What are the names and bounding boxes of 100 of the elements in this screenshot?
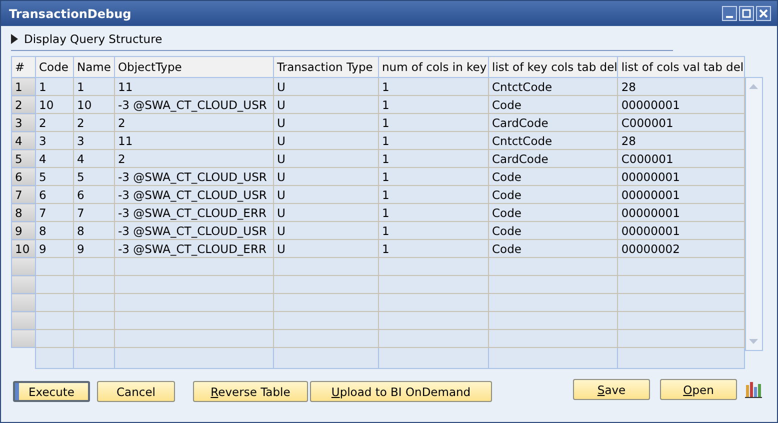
table-cell: 1 xyxy=(378,240,488,258)
table-cell: -3 @SWA_CT_CLOUD_USR xyxy=(114,222,274,240)
table-cell: -3 @SWA_CT_CLOUD_USR xyxy=(114,96,274,114)
column-header[interactable]: ObjectType xyxy=(114,56,274,78)
table-cell: 1 xyxy=(378,150,488,168)
table-cell: 1 xyxy=(74,78,114,96)
table-cell: CntctCode xyxy=(488,78,618,96)
table-cell: 1 xyxy=(378,78,488,96)
table-cell: 7 xyxy=(74,204,114,222)
table-cell: 4 xyxy=(74,150,114,168)
table-cell: Code xyxy=(488,186,618,204)
row-number[interactable]: 7 xyxy=(12,186,36,204)
table-cell: 9 xyxy=(36,240,74,258)
table-cell: -3 @SWA_CT_CLOUD_ERR xyxy=(114,240,274,258)
column-header[interactable]: Name xyxy=(74,56,114,78)
cancel-button[interactable]: Cancel xyxy=(97,381,175,402)
table-cell: 1 xyxy=(378,114,488,132)
table-cell: 2 xyxy=(114,114,274,132)
minimize-icon xyxy=(726,16,733,18)
table-cell: 7 xyxy=(36,204,74,222)
row-number[interactable]: 4 xyxy=(12,132,36,150)
table-cell: 8 xyxy=(74,222,114,240)
table-cell: Code xyxy=(488,168,618,186)
row-number[interactable]: 6 xyxy=(12,168,36,186)
table-cell: U xyxy=(274,96,378,114)
expand-arrow-icon[interactable] xyxy=(11,34,18,44)
maximize-button[interactable] xyxy=(739,6,754,21)
table-cell: U xyxy=(274,168,378,186)
table-cell: 00000001 xyxy=(618,96,744,114)
close-button[interactable] xyxy=(756,6,771,21)
table-cell: 1 xyxy=(378,204,488,222)
table-cell: 1 xyxy=(378,132,488,150)
table-cell: 00000002 xyxy=(618,240,744,258)
column-header[interactable]: Code xyxy=(36,56,74,78)
table-cell: Code xyxy=(488,222,618,240)
table-cell: 28 xyxy=(618,78,744,96)
table-cell: 00000001 xyxy=(618,168,744,186)
reverse-table-button[interactable]: Reverse Table xyxy=(193,381,308,402)
table-cell: 5 xyxy=(74,168,114,186)
table-cell: 28 xyxy=(618,132,744,150)
table-cell: 1 xyxy=(36,78,74,96)
table-cell: C000001 xyxy=(618,114,744,132)
minimize-button[interactable] xyxy=(722,6,737,21)
row-number[interactable]: 8 xyxy=(12,204,36,222)
upload-button[interactable]: Upload to BI OnDemand xyxy=(310,381,492,402)
row-number[interactable]: 9 xyxy=(12,222,36,240)
table-cell: 11 xyxy=(114,78,274,96)
table-cell: U xyxy=(274,150,378,168)
table-cell: Code xyxy=(488,204,618,222)
table-cell: U xyxy=(274,204,378,222)
row-number[interactable]: 5 xyxy=(12,150,36,168)
table-cell: 6 xyxy=(74,186,114,204)
table-cell: 00000001 xyxy=(618,204,744,222)
table-cell: -3 @SWA_CT_CLOUD_ERR xyxy=(114,204,274,222)
table-cell: CardCode xyxy=(488,150,618,168)
column-header[interactable]: num of cols in key xyxy=(378,56,488,78)
table-cell: CardCode xyxy=(488,114,618,132)
table-cell: 8 xyxy=(36,222,74,240)
column-header[interactable]: Transaction Type xyxy=(274,56,378,78)
table-cell: 10 xyxy=(36,96,74,114)
table-cell: 11 xyxy=(114,132,274,150)
bar-chart-icon[interactable] xyxy=(745,381,762,398)
close-icon xyxy=(759,9,768,18)
table-cell: 10 xyxy=(74,96,114,114)
table-cell: -3 @SWA_CT_CLOUD_USR xyxy=(114,186,274,204)
table-cell: 1 xyxy=(378,186,488,204)
row-number[interactable]: 1 xyxy=(12,78,36,96)
column-header[interactable]: list of key cols tab del xyxy=(488,56,618,78)
row-number[interactable]: 10 xyxy=(12,240,36,258)
table-cell: U xyxy=(274,222,378,240)
table-cell: U xyxy=(274,78,378,96)
table-cell: 2 xyxy=(114,150,274,168)
save-button[interactable]: Save xyxy=(573,379,650,400)
table-cell: 00000001 xyxy=(618,186,744,204)
table-cell: 5 xyxy=(36,168,74,186)
column-header[interactable]: # xyxy=(12,56,36,78)
table-cell: -3 @SWA_CT_CLOUD_USR xyxy=(114,168,274,186)
open-button[interactable]: Open xyxy=(660,379,737,400)
table-cell: Code xyxy=(488,240,618,258)
table-cell: 2 xyxy=(36,114,74,132)
table-cell: 3 xyxy=(74,132,114,150)
table-cell: 6 xyxy=(36,186,74,204)
maximize-icon xyxy=(742,9,751,18)
table-cell: 2 xyxy=(74,114,114,132)
section-label[interactable]: Display Query Structure xyxy=(24,32,162,46)
row-number[interactable]: 2 xyxy=(12,96,36,114)
row-number[interactable]: 3 xyxy=(12,114,36,132)
table-cell: 1 xyxy=(378,96,488,114)
column-header[interactable]: list of cols val tab del xyxy=(618,56,744,78)
table-cell: CntctCode xyxy=(488,132,618,150)
table-cell: U xyxy=(274,114,378,132)
table-cell: 9 xyxy=(74,240,114,258)
table-cell: 1 xyxy=(378,222,488,240)
table-cell: 1 xyxy=(378,168,488,186)
table-cell: C000001 xyxy=(618,150,744,168)
table-cell: 4 xyxy=(36,150,74,168)
window-title: TransactionDebug xyxy=(9,6,132,20)
execute-button[interactable]: Execute xyxy=(13,381,90,402)
table-cell: U xyxy=(274,132,378,150)
table-cell: Code xyxy=(488,96,618,114)
